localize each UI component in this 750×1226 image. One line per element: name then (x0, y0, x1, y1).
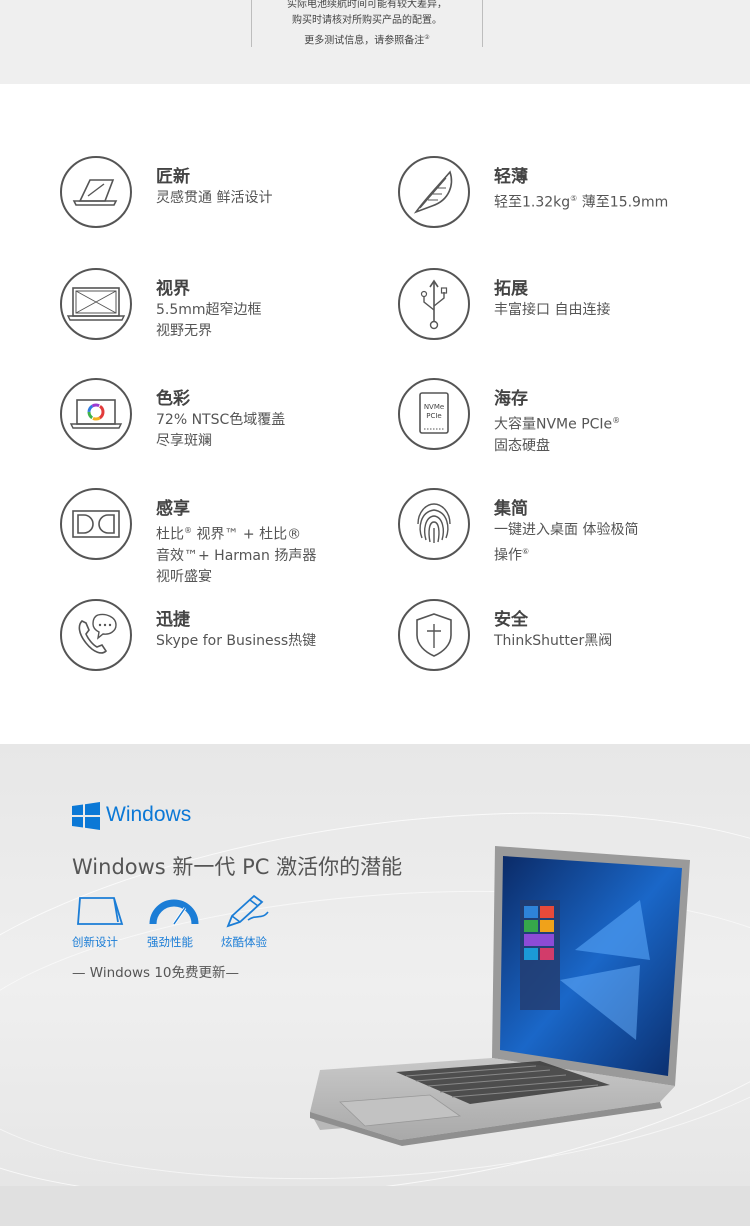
feature-title: 色彩 (156, 389, 190, 409)
feature-title: 感享 (156, 499, 190, 519)
feature-title: 安全 (494, 610, 528, 630)
pen-icon (218, 892, 278, 930)
feature-label-performance: 强劲性能 (147, 935, 193, 949)
feature-audio: 感享 杜比® 视界™ + 杜比® 音效™+ Harman 扬声器 视听盛宴 (60, 488, 380, 585)
ssd-icon-text-2: PCIe (426, 412, 441, 420)
feature-title: 海存 (494, 389, 528, 409)
top-note-line-2: 购买时请核对所购买产品的配置。 (292, 15, 442, 26)
laptop-image (310, 840, 710, 1150)
phone-chat-icon (60, 599, 132, 671)
windows-tagline: — Windows 10免费更新— (72, 965, 240, 981)
feature-title: 匠新 (156, 167, 190, 187)
feature-label-design: 创新设计 (72, 935, 118, 949)
ssd-icon-text-1: NVMe (424, 403, 444, 411)
feature-title: 迅捷 (156, 610, 190, 630)
feature-color: 色彩 72% NTSC色域覆盖 尽享斑斓 (60, 378, 380, 458)
monitor-bezel-icon (60, 268, 132, 340)
feature-desc: 轻至1.32kg⑤ 薄至15.9mm (494, 194, 669, 211)
top-note-line-3: 更多测试信息，请参照备注② (304, 34, 430, 47)
top-note-section: 实际电池续航时间可能有较大差异， 购买时请核对所购买产品的配置。 更多测试信息，… (0, 0, 750, 84)
tablet-stand-icon (72, 892, 132, 930)
windows-logo-text: Windows (106, 803, 192, 826)
feature-desc: 一键进入桌面 体验极简 操作⑥ (494, 522, 639, 564)
feather-icon (398, 156, 470, 228)
feature-desc: ThinkShutter黑阀 (494, 633, 613, 649)
feature-simple: 集简 一键进入桌面 体验极简 操作⑥ (398, 488, 718, 568)
feature-desc: 大容量NVMe PCIe® 固态硬盘 (494, 416, 621, 454)
color-laptop-icon (60, 378, 132, 450)
feature-title: 集简 (494, 499, 528, 519)
feature-desc: 灵感贯通 鲜活设计 (156, 190, 273, 206)
feature-light: 轻薄 轻至1.32kg⑤ 薄至15.9mm (398, 156, 718, 236)
ssd-icon: NVMe PCIe (398, 378, 470, 450)
feature-title: 拓展 (494, 279, 528, 299)
shield-icon (398, 599, 470, 671)
windows-logo-icon (72, 802, 100, 830)
windows-banner: Windows Windows 新一代 PC 激活你的潜能 创新设计 强劲性能 … (0, 744, 750, 1186)
feature-desc: 5.5mm超窄边框 视野无界 (156, 302, 262, 339)
laptop-pen-icon (60, 156, 132, 228)
feature-title: 视界 (156, 279, 190, 299)
feature-title: 轻薄 (494, 167, 528, 187)
windows-logo: Windows (72, 802, 191, 830)
dolby-icon (60, 488, 132, 560)
feature-display: 视界 5.5mm超窄边框 视野无界 (60, 268, 380, 348)
top-note-line-1: 实际电池续航时间可能有较大差异， (287, 0, 447, 10)
feature-desc: Skype for Business热键 (156, 633, 317, 649)
speedometer-icon (145, 892, 205, 930)
fingerprint-icon (398, 488, 470, 560)
feature-desc: 丰富接口 自由连接 (494, 302, 611, 318)
feature-fast: 迅捷 Skype for Business热键 (60, 599, 380, 679)
feature-desc: 杜比® 视界™ + 杜比® 音效™+ Harman 扬声器 视听盛宴 (156, 526, 317, 585)
bottom-strip (0, 1186, 750, 1226)
top-note-box: 实际电池续航时间可能有较大差异， 购买时请核对所购买产品的配置。 更多测试信息，… (251, 0, 483, 47)
features-section: 匠新 灵感贯通 鲜活设计 轻薄 轻至1.32kg⑤ 薄至15.9mm 视界 5.… (0, 84, 750, 744)
usb-icon (398, 268, 470, 340)
feature-design: 匠新 灵感贯通 鲜活设计 (60, 156, 380, 236)
feature-ports: 拓展 丰富接口 自由连接 (398, 268, 718, 348)
feature-security: 安全 ThinkShutter黑阀 (398, 599, 718, 679)
feature-storage: NVMe PCIe 海存 大容量NVMe PCIe® 固态硬盘 (398, 378, 718, 458)
feature-desc: 72% NTSC色域覆盖 尽享斑斓 (156, 412, 286, 449)
feature-label-experience: 炫酷体验 (221, 935, 267, 949)
